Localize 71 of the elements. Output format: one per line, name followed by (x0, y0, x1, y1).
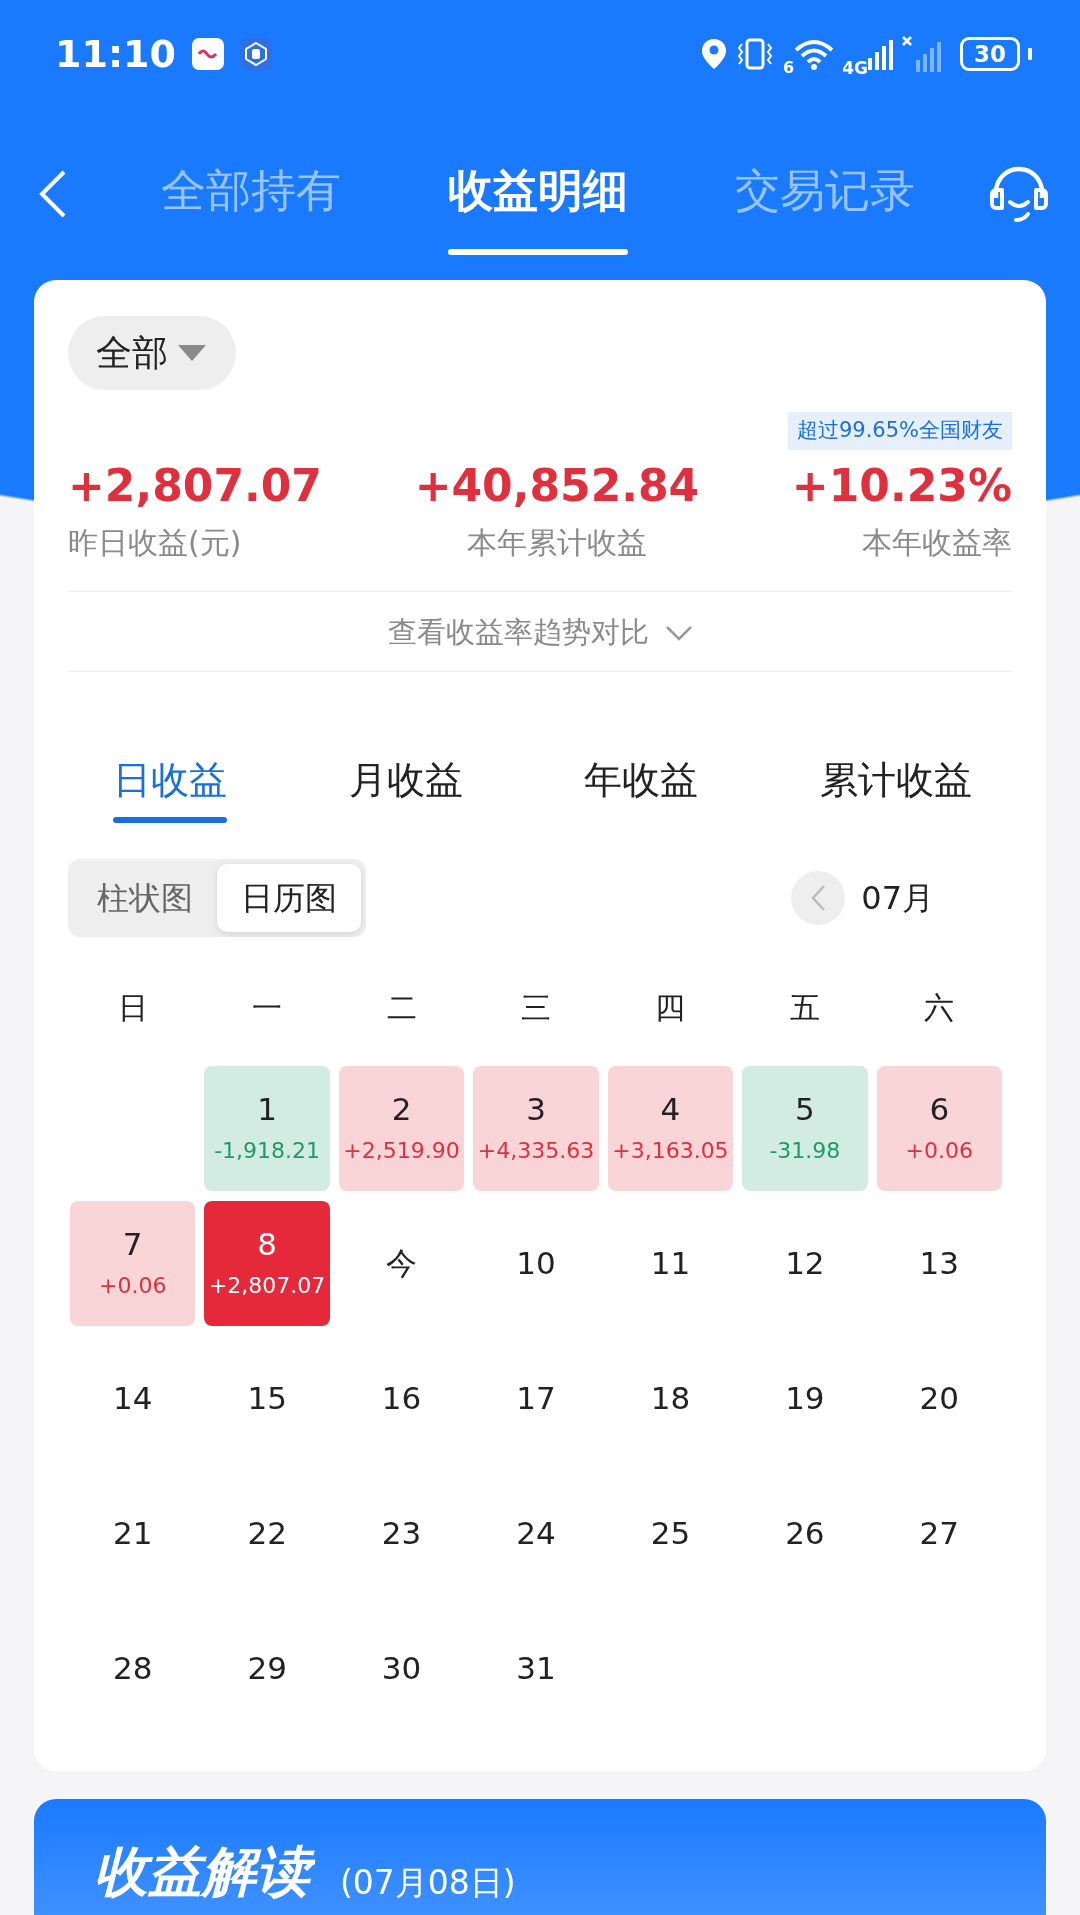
battery-cap-icon (1028, 48, 1032, 60)
insight-title: 收益解读 (94, 1837, 324, 1908)
calendar-day[interactable]: 6 +0.06 (876, 1066, 1002, 1192)
calendar-day[interactable]: 17 (473, 1336, 599, 1462)
view-tab[interactable]: 柱状图 (73, 864, 217, 933)
calendar-day[interactable]: 22 (204, 1471, 330, 1597)
calendar-day[interactable]: 21 (70, 1471, 196, 1597)
weekday-label: 二 (385, 989, 418, 1028)
calendar-day[interactable]: 今 (338, 1201, 465, 1327)
insight-date: (07月08日) (340, 1862, 516, 1905)
view-tab[interactable]: 日历图 (217, 864, 361, 933)
app-icon (239, 38, 272, 70)
calendar-day[interactable]: 7 +0.06 (70, 1201, 196, 1327)
wifi-icon (794, 38, 835, 70)
back-icon[interactable] (38, 169, 68, 219)
summary-label: 本年累计收益 (466, 523, 647, 562)
calendar-day[interactable]: 8 +2,807.07 (204, 1201, 330, 1327)
calendar-day[interactable]: 1 -1,918.21 (204, 1066, 330, 1192)
calendar-day[interactable]: 23 (338, 1471, 465, 1597)
weekday-label: 日 (116, 989, 149, 1028)
header-tab[interactable]: 收益明细 (448, 133, 628, 255)
calendar-day[interactable]: 2 +2,519.90 (338, 1066, 465, 1192)
summary-label: 本年收益率 (862, 523, 1012, 562)
chevron-down-icon (664, 624, 693, 641)
chevron-left-icon (810, 884, 827, 913)
calendar-day[interactable]: 11 (607, 1201, 734, 1327)
calendar-day[interactable]: 26 (742, 1471, 868, 1597)
calendar-day[interactable]: 15 (204, 1336, 330, 1462)
period-tab[interactable]: 月收益 (348, 752, 463, 824)
battery-level: 30 (960, 37, 1020, 71)
calendar-day[interactable]: 30 (338, 1606, 465, 1732)
weekday-label: 三 (520, 989, 552, 1028)
calendar-day[interactable]: 4 +3,163.05 (607, 1066, 734, 1192)
period-tab[interactable]: 日收益 (113, 752, 227, 824)
calendar-day[interactable]: 25 (607, 1471, 734, 1597)
calendar-day[interactable]: 24 (473, 1471, 599, 1597)
calendar-day[interactable]: 18 (607, 1336, 734, 1462)
filter-dropdown[interactable]: 全部 (68, 316, 236, 390)
calendar-day[interactable]: 14 (70, 1336, 196, 1462)
calendar-day[interactable]: 12 (742, 1201, 868, 1327)
location-icon (701, 38, 728, 70)
clock: 11:10 (55, 30, 176, 78)
weekday-label: 四 (654, 989, 687, 1028)
summary-label: 昨日收益(元) (68, 523, 242, 562)
calendar-day[interactable]: 27 (876, 1471, 1002, 1597)
summary-value: +10.23% (791, 461, 1012, 510)
wifi-generation-label: 6 (783, 57, 795, 80)
month-label: 07月 (861, 878, 934, 920)
calendar-day[interactable]: 16 (338, 1336, 465, 1462)
summary-value: +2,807.07 (68, 461, 322, 510)
weekday-label: 五 (788, 989, 821, 1028)
calendar-day[interactable]: 10 (473, 1201, 599, 1327)
calendar-day[interactable]: 3 +4,335.63 (473, 1066, 599, 1192)
calendar-day[interactable]: 29 (204, 1606, 330, 1732)
caret-icon (176, 343, 208, 363)
headset-icon[interactable] (988, 164, 1050, 224)
weekday-label: 六 (923, 989, 956, 1028)
period-tab[interactable]: 年收益 (584, 752, 699, 824)
network-label: 4G (842, 57, 868, 81)
rank-badge: 超过99.65%全国财友 (787, 412, 1012, 450)
calendar-day[interactable]: 5 -31.98 (742, 1066, 868, 1192)
summary-value: +40,852.84 (414, 461, 700, 510)
calendar-day[interactable]: 20 (876, 1336, 1002, 1462)
calendar-day[interactable]: 19 (742, 1336, 868, 1462)
calendar-day[interactable]: 13 (876, 1201, 1002, 1327)
calendar-day[interactable]: 28 (70, 1606, 196, 1732)
app-icon (191, 38, 224, 70)
calendar-day[interactable]: 31 (473, 1606, 599, 1732)
period-tab[interactable]: 累计收益 (819, 752, 972, 824)
signal-icon (868, 38, 894, 70)
weekday-label: 一 (251, 989, 284, 1028)
